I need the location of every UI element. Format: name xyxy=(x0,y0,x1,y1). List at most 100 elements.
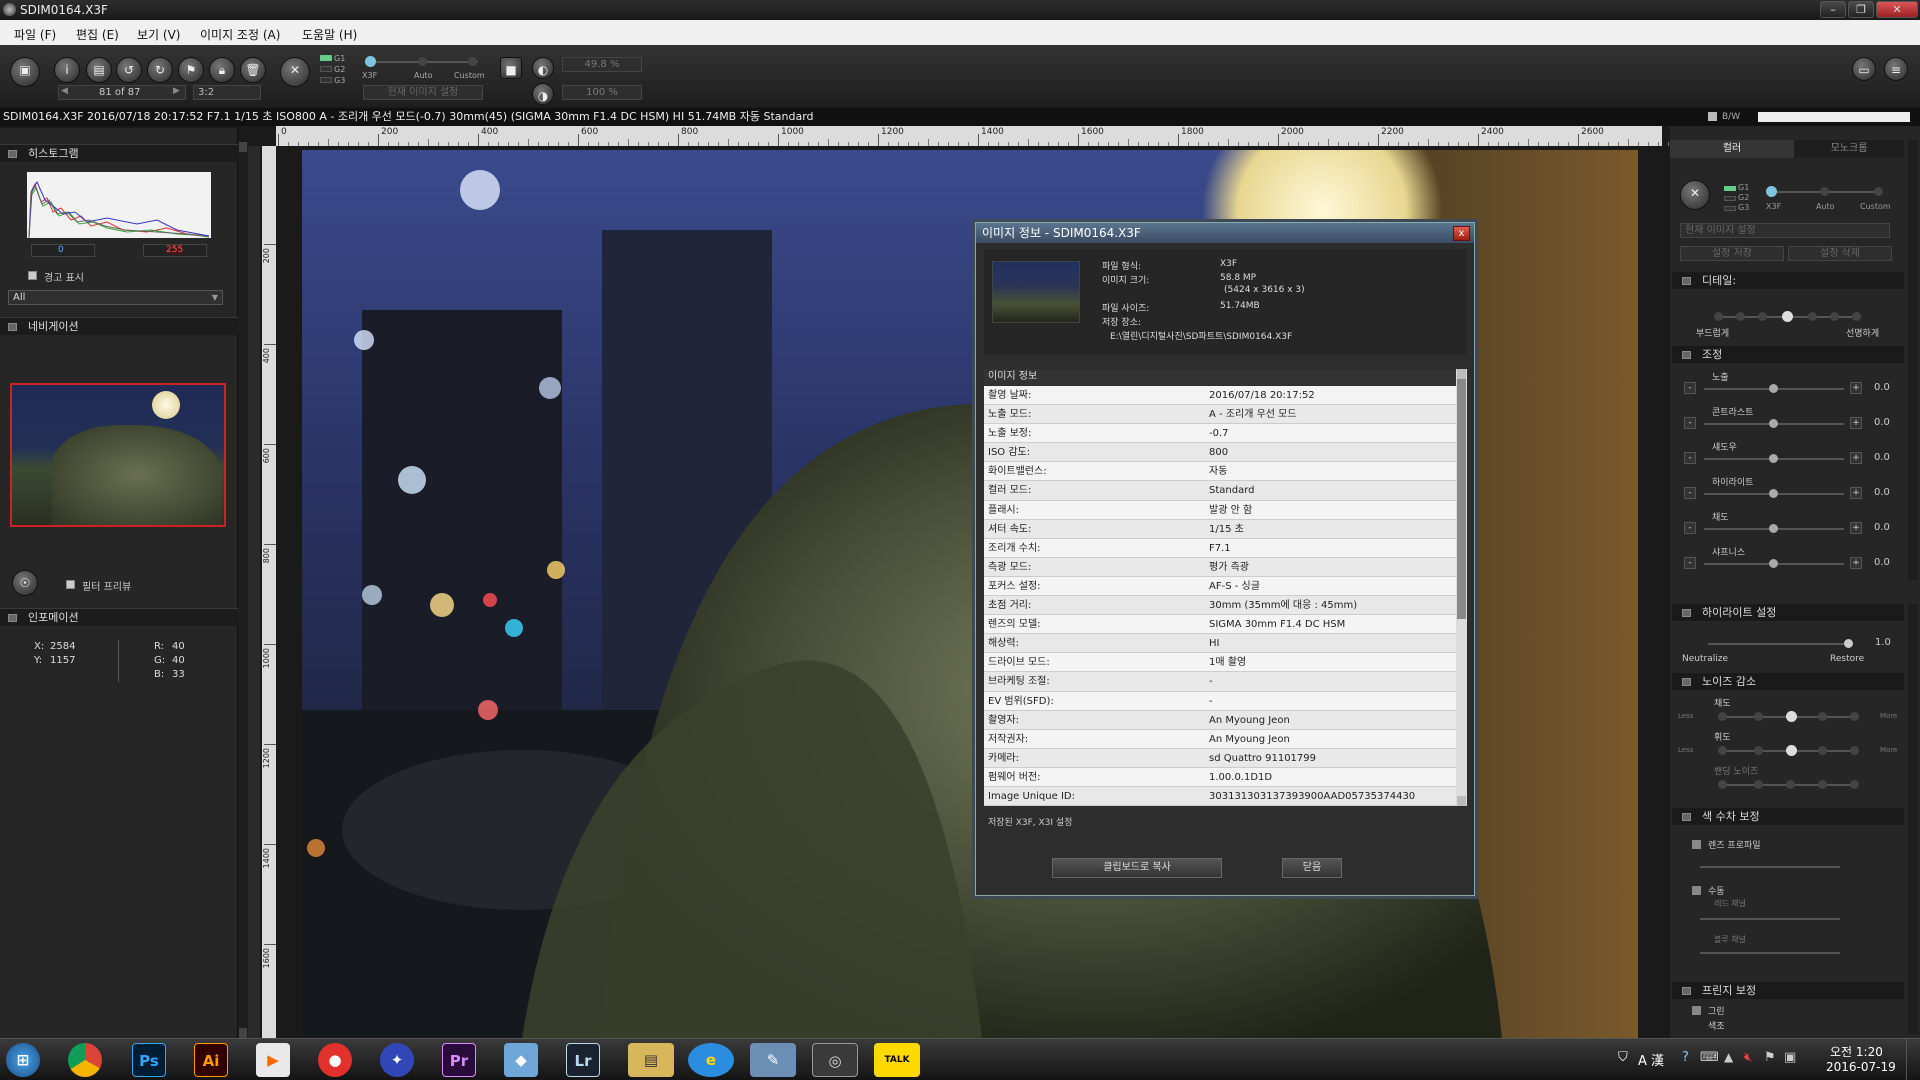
clock-date[interactable]: 2016-07-19 xyxy=(1826,1060,1896,1074)
kakaotalk-icon[interactable]: TALK xyxy=(874,1043,920,1077)
detail-dot[interactable] xyxy=(1852,312,1861,321)
channel-select[interactable]: All ▼ xyxy=(8,290,223,305)
detail-dot[interactable] xyxy=(1808,312,1817,321)
hist-min-field[interactable]: 0 xyxy=(31,244,95,257)
ok-button[interactable]: 닫음 xyxy=(1282,858,1342,878)
detail-slider-knob[interactable] xyxy=(1782,311,1793,322)
premiere-icon[interactable]: Pr xyxy=(442,1043,476,1077)
bw-slider[interactable] xyxy=(1758,112,1910,122)
noise-dot[interactable] xyxy=(1850,712,1859,721)
adjust-slider[interactable] xyxy=(1704,384,1844,393)
color-correction-header[interactable]: 색 수차 보정 xyxy=(1672,808,1904,825)
hist-max-field[interactable]: 255 xyxy=(143,244,207,257)
noise-dot[interactable] xyxy=(1786,780,1795,789)
minus-button[interactable]: - xyxy=(1684,522,1696,534)
scroll-thumb[interactable] xyxy=(1457,379,1466,619)
plus-button[interactable]: + xyxy=(1850,487,1862,499)
maximize-button[interactable]: ❐ xyxy=(1848,1,1874,18)
fullscreen-icon[interactable]: ▭ xyxy=(1852,57,1876,81)
detail-header[interactable]: 디테일: xyxy=(1672,272,1904,289)
minus-button[interactable]: - xyxy=(1684,452,1696,464)
detail-slider[interactable] xyxy=(1714,311,1861,322)
sigma-mode-icon[interactable]: ✕ xyxy=(1680,180,1710,210)
scroll-up-icon[interactable] xyxy=(239,142,247,152)
sigma-icon[interactable]: ✕ xyxy=(280,57,310,87)
start-button-icon[interactable]: ⊞ xyxy=(6,1043,40,1077)
green-checkbox[interactable] xyxy=(1692,1006,1701,1015)
noise-banding-slider[interactable] xyxy=(1718,780,1859,789)
adjust-slider[interactable] xyxy=(1704,454,1844,463)
menu-image-adjust[interactable]: 이미지 조정 (A) xyxy=(200,26,280,43)
mode-auto-dot[interactable] xyxy=(418,57,427,66)
mode-custom-dot[interactable] xyxy=(468,57,477,66)
preset-select[interactable]: 현재 이미지 설정 xyxy=(1680,223,1890,238)
noise-luma-knob[interactable] xyxy=(1786,745,1797,756)
rotate-left-icon[interactable]: ↺ xyxy=(116,57,142,83)
adjust-slider[interactable] xyxy=(1704,489,1844,498)
minus-button[interactable]: - xyxy=(1684,417,1696,429)
menu-view[interactable]: 보기 (V) xyxy=(137,26,180,43)
noise-dot[interactable] xyxy=(1850,780,1859,789)
adjust-header[interactable]: 조정 xyxy=(1672,346,1904,363)
noise-dot[interactable] xyxy=(1754,746,1763,755)
adjust-slider[interactable] xyxy=(1704,559,1844,568)
minus-button[interactable]: - xyxy=(1684,382,1696,394)
network-icon[interactable]: ▣ xyxy=(1784,1050,1796,1065)
noise-dot[interactable] xyxy=(1818,780,1827,789)
tray-up-icon[interactable]: ▲ xyxy=(1724,1050,1733,1064)
right-panel-scrollbar-2[interactable] xyxy=(1908,604,1918,1034)
lens-profile-checkbox[interactable] xyxy=(1692,840,1701,849)
detail-dot[interactable] xyxy=(1736,312,1745,321)
media-player-icon[interactable]: ▶ xyxy=(256,1043,290,1077)
info-icon[interactable]: i xyxy=(54,57,80,83)
sigma-photo-pro-icon[interactable]: ◎ xyxy=(812,1043,858,1077)
explorer-icon[interactable]: ▤ xyxy=(628,1043,674,1077)
histogram-header[interactable]: 히스토그램 xyxy=(0,144,238,162)
illustrator-icon[interactable]: Ai xyxy=(194,1043,228,1077)
show-desktop-button[interactable] xyxy=(1906,1039,1920,1080)
chrome-icon[interactable] xyxy=(68,1043,102,1077)
mode-slider[interactable] xyxy=(1766,186,1883,197)
red-channel-slider[interactable] xyxy=(1700,918,1840,920)
copy-clipboard-button[interactable]: 클립보드로 복사 xyxy=(1052,858,1222,878)
lock-icon[interactable]: 🔒︎ xyxy=(209,57,235,83)
panel-toggle-icon[interactable]: ≡ xyxy=(1884,57,1908,81)
dialog-close-icon[interactable]: x xyxy=(1453,226,1470,241)
highlight-header[interactable]: 하이라이트 설정 xyxy=(1672,604,1904,621)
plus-button[interactable]: + xyxy=(1850,522,1862,534)
noise-dot[interactable] xyxy=(1754,712,1763,721)
save-settings-button[interactable]: 설정 저장 xyxy=(1680,246,1784,261)
keyboard-icon[interactable]: ⌨ xyxy=(1700,1050,1719,1065)
minus-button[interactable]: - xyxy=(1684,557,1696,569)
photoshop-icon[interactable]: Ps xyxy=(132,1043,166,1077)
highlight-slider-knob[interactable] xyxy=(1844,639,1853,648)
adjust-slider[interactable] xyxy=(1704,419,1844,428)
next-image-icon[interactable]: ▶ xyxy=(173,86,180,96)
fit-icon[interactable]: ◐ xyxy=(532,57,554,79)
rotate-right-icon[interactable]: ↻ xyxy=(147,57,173,83)
noise-dot[interactable] xyxy=(1818,746,1827,755)
tiff-save-icon[interactable]: ▣ xyxy=(10,57,40,87)
navigation-header[interactable]: 네비게이션 xyxy=(0,317,238,335)
adjust-slider-knob[interactable] xyxy=(1769,384,1778,393)
volume-icon[interactable]: 🔇︎ xyxy=(1744,1050,1752,1065)
detail-dot[interactable] xyxy=(1758,312,1767,321)
noise-dot[interactable] xyxy=(1818,712,1827,721)
preset-select[interactable]: 현재 이미지 설정 xyxy=(363,85,483,100)
plus-button[interactable]: + xyxy=(1850,452,1862,464)
noise-dot[interactable] xyxy=(1718,712,1727,721)
fringe-header[interactable]: 프린지 보정 xyxy=(1672,982,1904,999)
noise-dot[interactable] xyxy=(1850,746,1859,755)
plus-button[interactable]: + xyxy=(1850,417,1862,429)
flag-icon[interactable]: ⚑ xyxy=(1764,1050,1776,1065)
adjust-slider-knob[interactable] xyxy=(1769,559,1778,568)
close-button[interactable]: ✕ xyxy=(1876,1,1918,18)
dialog-scrollbar[interactable] xyxy=(1456,369,1467,806)
zoom-100-icon[interactable]: ◑ xyxy=(532,83,554,105)
noise-luma-slider[interactable] xyxy=(1718,745,1859,756)
noise-header[interactable]: 노이즈 감소 xyxy=(1672,673,1904,690)
help-icon[interactable]: ? xyxy=(1682,1050,1689,1065)
filter-preview-checkbox[interactable] xyxy=(66,580,75,589)
mode-slider-knob[interactable] xyxy=(365,56,376,67)
plus-button[interactable]: + xyxy=(1850,382,1862,394)
